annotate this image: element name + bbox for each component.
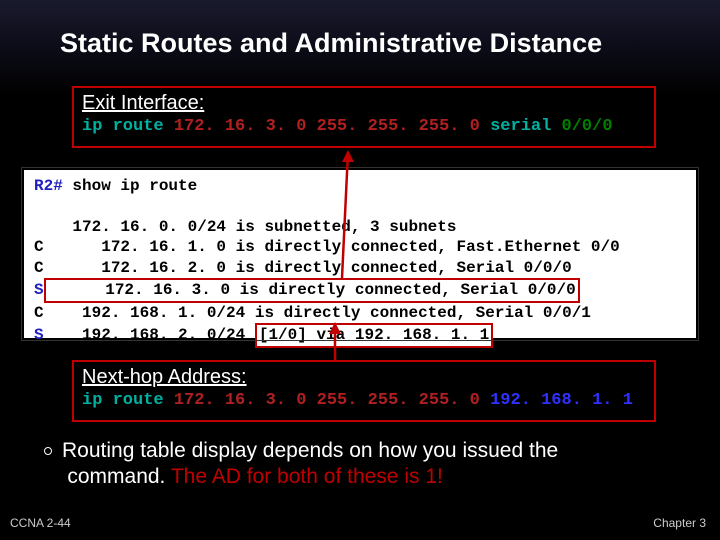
cmd-nexthop-addr: 192. 168. 1. 1 [490, 391, 633, 410]
bullet-ad-text: The AD for both of these is 1! [171, 465, 443, 488]
exit-interface-label: Exit Interface: [82, 92, 646, 115]
term-show-cmd: show ip route [72, 177, 197, 195]
footer-left: CCNA 2-44 [10, 516, 71, 530]
bullet-text: Routing table display depends on how you… [44, 438, 684, 491]
term-s1-highlight: 172. 16. 3. 0 is directly connected, Ser… [44, 278, 580, 302]
bullet-line1: Routing table display depends on how you… [62, 439, 558, 462]
cmd-ip-route-2: ip route [82, 391, 174, 410]
term-s2-code: S [34, 326, 44, 344]
term-c2: C 172. 16. 2. 0 is directly connected, S… [34, 259, 572, 277]
terminal-output: R2# show ip route 172. 16. 0. 0/24 is su… [22, 168, 698, 340]
term-c1: C 172. 16. 1. 0 is directly connected, F… [34, 238, 620, 256]
cmd-dest-2: 172. 16. 3. 0 255. 255. 255. 0 [174, 391, 490, 410]
footer-right: Chapter 3 [653, 516, 706, 530]
bullet-icon [44, 447, 52, 455]
next-hop-label: Next-hop Address: [82, 366, 646, 389]
page-title: Static Routes and Administrative Distanc… [0, 0, 720, 59]
exit-interface-box: Exit Interface: ip route 172. 16. 3. 0 2… [72, 86, 656, 148]
term-s2-pre: 192. 168. 2. 0/24 [44, 326, 255, 344]
term-c3: C 192. 168. 1. 0/24 is directly connecte… [34, 304, 591, 322]
term-subnetted: 172. 16. 0. 0/24 is subnetted, 3 subnets [34, 218, 456, 236]
term-s1-code: S [34, 281, 44, 299]
exit-interface-cmd: ip route 172. 16. 3. 0 255. 255. 255. 0 … [82, 117, 646, 136]
bullet-line2a: command. [67, 465, 171, 488]
cmd-serial-word: serial [490, 117, 551, 136]
next-hop-cmd: ip route 172. 16. 3. 0 255. 255. 255. 0 … [82, 391, 646, 410]
next-hop-box: Next-hop Address: ip route 172. 16. 3. 0… [72, 360, 656, 422]
cmd-serial-val: 0/0/0 [551, 117, 612, 136]
cmd-ip-route: ip route [82, 117, 174, 136]
term-prompt: R2# [34, 177, 72, 195]
cmd-dest: 172. 16. 3. 0 255. 255. 255. 0 [174, 117, 490, 136]
term-s2-via-highlight: [1/0] via 192. 168. 1. 1 [255, 323, 493, 347]
